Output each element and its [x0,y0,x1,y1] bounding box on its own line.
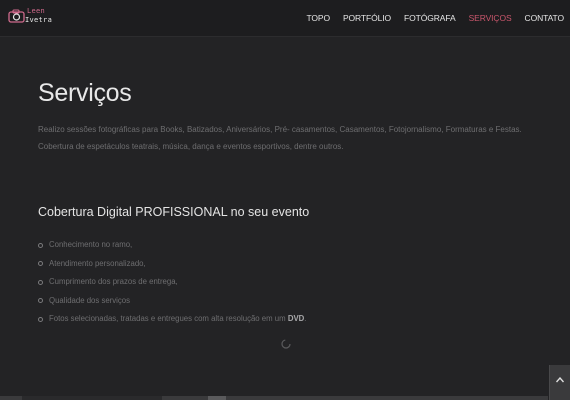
section-subtitle: Cobertura Digital PROFISSIONAL no seu ev… [38,205,310,219]
nav-item-servicos[interactable]: SERVIÇOS [469,13,512,23]
camera-icon [8,9,25,23]
brand-line-1: Leen [27,7,46,15]
nav-item-portfolio[interactable]: PORTFÓLIO [343,13,391,23]
bullet-icon [38,242,43,248]
nav-item-contato[interactable]: CONTATO [525,13,565,23]
list-item: Cumprimento dos prazos de entrega, [38,275,306,294]
section-intro: Realizo sessões fotográficas para Books,… [38,125,522,151]
feature-text: Conhecimento no ramo, [49,240,133,249]
strip-segment [208,396,226,400]
bullet-icon [38,279,43,285]
feature-text: Qualidade dos serviços [49,295,131,305]
feature-text: Cumprimento dos prazos de entrega, [49,277,178,287]
navbar: Leen Ivetra TOPO PORTFÓLIO FOTÓGRAFA SER… [0,0,570,37]
list-item: Atendimento personalizado, [38,257,306,276]
bullet-icon [38,261,43,267]
feature-list: Conhecimento no ramo, Atendimento person… [38,238,306,331]
bullet-icon [38,298,43,304]
list-item: Conhecimento no ramo, [38,238,306,257]
main-nav: TOPO PORTFÓLIO FOTÓGRAFA SERVIÇOS CONTAT… [293,0,564,36]
section-title: Serviços [38,79,132,107]
loading-spinner-icon [281,339,291,349]
bullet-icon [38,316,43,322]
brand-logo[interactable]: Leen Ivetra [8,6,58,32]
nav-item-fotografa[interactable]: FOTÓGRAFA [404,13,456,23]
feature-text: Fotos selecionadas, tratadas e entregues… [49,314,288,324]
feature-text: Atendimento personalizado, [49,258,146,268]
chevron-up-icon [556,377,564,383]
feature-text-end: . [304,314,307,324]
list-item: Qualidade dos serviços [38,294,306,313]
brand-line-2: Ivetra [25,16,53,24]
back-to-top-button[interactable] [549,365,570,400]
list-item: Fotos selecionadas, tratadas e entregues… [38,312,306,331]
dvd-highlight: DVD [287,314,305,324]
nav-item-topo[interactable]: TOPO [306,13,330,23]
strip-segment [22,396,162,400]
bottom-strip [0,396,548,400]
